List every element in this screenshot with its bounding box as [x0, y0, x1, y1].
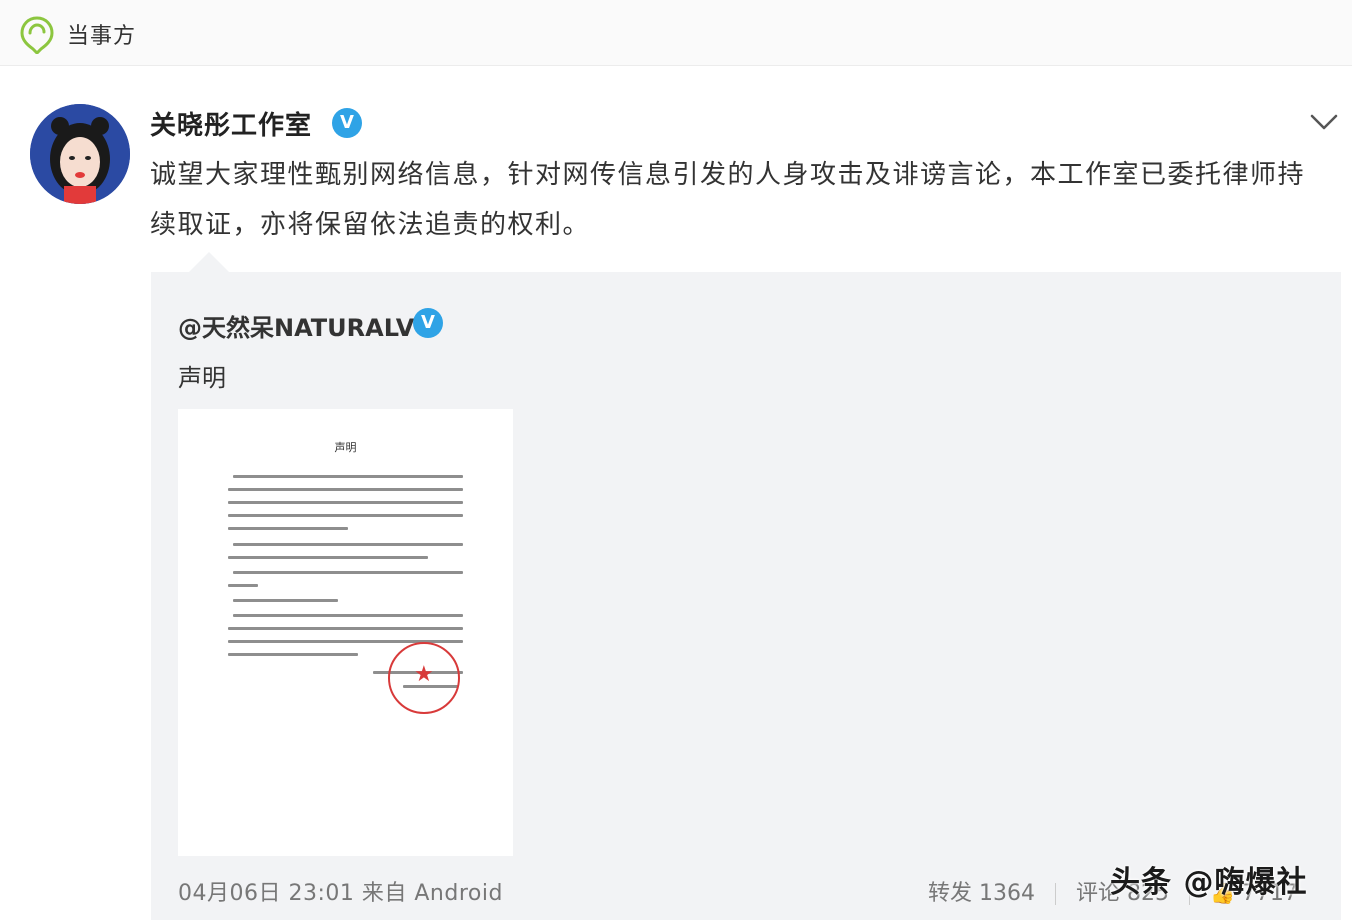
verified-icon: V: [332, 108, 362, 138]
section-title: 当事方: [67, 24, 137, 49]
statement-document-image[interactable]: 声明 ★: [178, 409, 513, 856]
location-chat-icon: [20, 16, 54, 54]
post-username[interactable]: 关晓彤工作室: [150, 105, 312, 142]
watermark: 头条 @嗨爆社: [1110, 865, 1308, 900]
post-text: 诚望大家理性甄别网络信息，针对网传信息引发的人身攻击及诽谤言论，本工作室已委托律…: [150, 160, 1306, 240]
official-seal: ★: [388, 642, 460, 714]
repost-username[interactable]: @天然呆NATURALV: [178, 308, 414, 343]
divider: [1054, 883, 1056, 905]
verified-icon: V: [413, 308, 443, 338]
repost-notch: [189, 252, 229, 272]
repost-card[interactable]: @天然呆NATURALV V 声明 声明 ★ 04月06日 23:01 来自 A…: [151, 252, 1341, 920]
document-title: 声明: [334, 441, 357, 454]
post-meta: 04月06日 23:01 来自 Android: [178, 881, 503, 906]
chevron-down-icon[interactable]: [1308, 111, 1340, 133]
avatar[interactable]: [30, 104, 130, 204]
repost-text: 声明: [178, 364, 226, 392]
section-header: 当事方: [0, 0, 1352, 66]
forward-button[interactable]: 转发 1364: [928, 881, 1035, 906]
weibo-post-card: 关晓彤工作室 V 诚望大家理性甄别网络信息，针对网传信息引发的人身攻击及诽谤言论…: [0, 67, 1352, 920]
